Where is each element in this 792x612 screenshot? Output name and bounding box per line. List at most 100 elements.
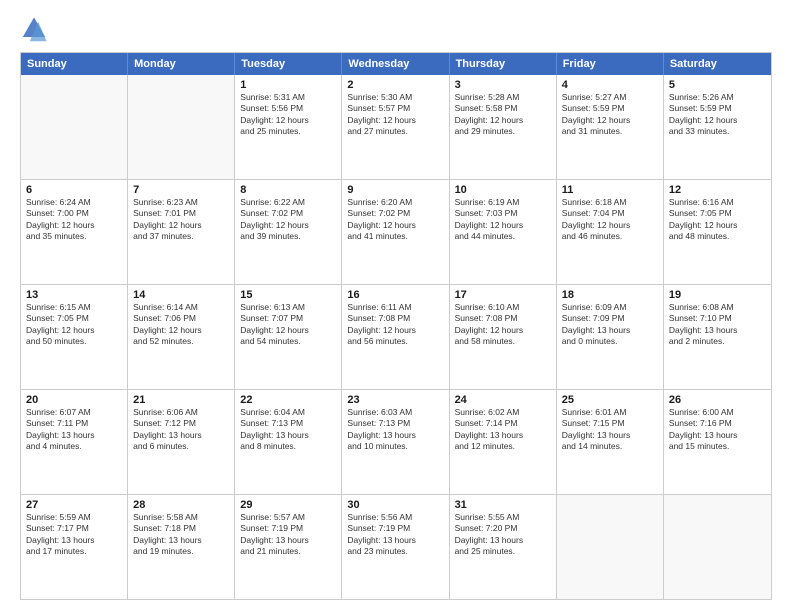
calendar-cell: 22Sunrise: 6:04 AM Sunset: 7:13 PM Dayli… <box>235 390 342 494</box>
cell-info: Sunrise: 5:57 AM Sunset: 7:19 PM Dayligh… <box>240 512 336 558</box>
cell-info: Sunrise: 6:13 AM Sunset: 7:07 PM Dayligh… <box>240 302 336 348</box>
calendar-cell: 1Sunrise: 5:31 AM Sunset: 5:56 PM Daylig… <box>235 75 342 179</box>
cell-date: 9 <box>347 184 443 196</box>
calendar-row-0: 1Sunrise: 5:31 AM Sunset: 5:56 PM Daylig… <box>21 75 771 179</box>
calendar-cell: 30Sunrise: 5:56 AM Sunset: 7:19 PM Dayli… <box>342 495 449 599</box>
cell-info: Sunrise: 6:14 AM Sunset: 7:06 PM Dayligh… <box>133 302 229 348</box>
cell-info: Sunrise: 6:09 AM Sunset: 7:09 PM Dayligh… <box>562 302 658 348</box>
cell-date: 17 <box>455 289 551 301</box>
cell-info: Sunrise: 6:08 AM Sunset: 7:10 PM Dayligh… <box>669 302 766 348</box>
day-header-tuesday: Tuesday <box>235 53 342 75</box>
calendar-cell: 31Sunrise: 5:55 AM Sunset: 7:20 PM Dayli… <box>450 495 557 599</box>
cell-info: Sunrise: 6:00 AM Sunset: 7:16 PM Dayligh… <box>669 407 766 453</box>
calendar-cell: 6Sunrise: 6:24 AM Sunset: 7:00 PM Daylig… <box>21 180 128 284</box>
calendar-cell: 28Sunrise: 5:58 AM Sunset: 7:18 PM Dayli… <box>128 495 235 599</box>
calendar-cell: 14Sunrise: 6:14 AM Sunset: 7:06 PM Dayli… <box>128 285 235 389</box>
cell-date: 3 <box>455 79 551 91</box>
cell-date: 30 <box>347 499 443 511</box>
cell-date: 27 <box>26 499 122 511</box>
cell-info: Sunrise: 5:28 AM Sunset: 5:58 PM Dayligh… <box>455 92 551 138</box>
calendar-body: 1Sunrise: 5:31 AM Sunset: 5:56 PM Daylig… <box>21 75 771 599</box>
cell-date: 21 <box>133 394 229 406</box>
calendar-cell: 9Sunrise: 6:20 AM Sunset: 7:02 PM Daylig… <box>342 180 449 284</box>
cell-info: Sunrise: 6:06 AM Sunset: 7:12 PM Dayligh… <box>133 407 229 453</box>
cell-info: Sunrise: 6:03 AM Sunset: 7:13 PM Dayligh… <box>347 407 443 453</box>
cell-date: 11 <box>562 184 658 196</box>
calendar-cell: 20Sunrise: 6:07 AM Sunset: 7:11 PM Dayli… <box>21 390 128 494</box>
calendar-cell: 4Sunrise: 5:27 AM Sunset: 5:59 PM Daylig… <box>557 75 664 179</box>
calendar-cell: 29Sunrise: 5:57 AM Sunset: 7:19 PM Dayli… <box>235 495 342 599</box>
calendar-cell <box>128 75 235 179</box>
cell-date: 31 <box>455 499 551 511</box>
cell-date: 28 <box>133 499 229 511</box>
calendar-cell: 13Sunrise: 6:15 AM Sunset: 7:05 PM Dayli… <box>21 285 128 389</box>
calendar-row-1: 6Sunrise: 6:24 AM Sunset: 7:00 PM Daylig… <box>21 179 771 284</box>
logo <box>20 16 52 44</box>
calendar-cell: 17Sunrise: 6:10 AM Sunset: 7:08 PM Dayli… <box>450 285 557 389</box>
calendar-cell: 25Sunrise: 6:01 AM Sunset: 7:15 PM Dayli… <box>557 390 664 494</box>
calendar-row-4: 27Sunrise: 5:59 AM Sunset: 7:17 PM Dayli… <box>21 494 771 599</box>
cell-info: Sunrise: 5:31 AM Sunset: 5:56 PM Dayligh… <box>240 92 336 138</box>
cell-info: Sunrise: 6:10 AM Sunset: 7:08 PM Dayligh… <box>455 302 551 348</box>
cell-date: 20 <box>26 394 122 406</box>
cell-info: Sunrise: 6:22 AM Sunset: 7:02 PM Dayligh… <box>240 197 336 243</box>
calendar-cell: 11Sunrise: 6:18 AM Sunset: 7:04 PM Dayli… <box>557 180 664 284</box>
calendar-cell: 27Sunrise: 5:59 AM Sunset: 7:17 PM Dayli… <box>21 495 128 599</box>
cell-date: 10 <box>455 184 551 196</box>
calendar-cell: 26Sunrise: 6:00 AM Sunset: 7:16 PM Dayli… <box>664 390 771 494</box>
cell-date: 13 <box>26 289 122 301</box>
cell-info: Sunrise: 6:24 AM Sunset: 7:00 PM Dayligh… <box>26 197 122 243</box>
cell-date: 12 <box>669 184 766 196</box>
cell-date: 24 <box>455 394 551 406</box>
cell-info: Sunrise: 5:59 AM Sunset: 7:17 PM Dayligh… <box>26 512 122 558</box>
calendar-cell: 24Sunrise: 6:02 AM Sunset: 7:14 PM Dayli… <box>450 390 557 494</box>
cell-info: Sunrise: 5:26 AM Sunset: 5:59 PM Dayligh… <box>669 92 766 138</box>
calendar-row-2: 13Sunrise: 6:15 AM Sunset: 7:05 PM Dayli… <box>21 284 771 389</box>
day-headers: SundayMondayTuesdayWednesdayThursdayFrid… <box>21 53 771 75</box>
cell-info: Sunrise: 6:18 AM Sunset: 7:04 PM Dayligh… <box>562 197 658 243</box>
cell-info: Sunrise: 6:02 AM Sunset: 7:14 PM Dayligh… <box>455 407 551 453</box>
cell-date: 5 <box>669 79 766 91</box>
calendar-cell: 12Sunrise: 6:16 AM Sunset: 7:05 PM Dayli… <box>664 180 771 284</box>
cell-info: Sunrise: 6:19 AM Sunset: 7:03 PM Dayligh… <box>455 197 551 243</box>
cell-info: Sunrise: 6:07 AM Sunset: 7:11 PM Dayligh… <box>26 407 122 453</box>
cell-date: 8 <box>240 184 336 196</box>
day-header-thursday: Thursday <box>450 53 557 75</box>
calendar: SundayMondayTuesdayWednesdayThursdayFrid… <box>20 52 772 600</box>
cell-info: Sunrise: 6:01 AM Sunset: 7:15 PM Dayligh… <box>562 407 658 453</box>
day-header-wednesday: Wednesday <box>342 53 449 75</box>
cell-info: Sunrise: 5:58 AM Sunset: 7:18 PM Dayligh… <box>133 512 229 558</box>
cell-date: 7 <box>133 184 229 196</box>
day-header-sunday: Sunday <box>21 53 128 75</box>
header-area <box>20 16 772 44</box>
cell-date: 2 <box>347 79 443 91</box>
cell-date: 14 <box>133 289 229 301</box>
calendar-cell: 7Sunrise: 6:23 AM Sunset: 7:01 PM Daylig… <box>128 180 235 284</box>
page: SundayMondayTuesdayWednesdayThursdayFrid… <box>0 0 792 612</box>
calendar-cell: 10Sunrise: 6:19 AM Sunset: 7:03 PM Dayli… <box>450 180 557 284</box>
calendar-row-3: 20Sunrise: 6:07 AM Sunset: 7:11 PM Dayli… <box>21 389 771 494</box>
cell-info: Sunrise: 5:56 AM Sunset: 7:19 PM Dayligh… <box>347 512 443 558</box>
cell-info: Sunrise: 6:15 AM Sunset: 7:05 PM Dayligh… <box>26 302 122 348</box>
calendar-cell <box>21 75 128 179</box>
cell-info: Sunrise: 5:27 AM Sunset: 5:59 PM Dayligh… <box>562 92 658 138</box>
cell-info: Sunrise: 5:55 AM Sunset: 7:20 PM Dayligh… <box>455 512 551 558</box>
cell-date: 22 <box>240 394 336 406</box>
cell-info: Sunrise: 6:11 AM Sunset: 7:08 PM Dayligh… <box>347 302 443 348</box>
day-header-monday: Monday <box>128 53 235 75</box>
calendar-cell: 23Sunrise: 6:03 AM Sunset: 7:13 PM Dayli… <box>342 390 449 494</box>
cell-date: 29 <box>240 499 336 511</box>
logo-icon <box>20 16 48 44</box>
calendar-cell: 2Sunrise: 5:30 AM Sunset: 5:57 PM Daylig… <box>342 75 449 179</box>
cell-date: 15 <box>240 289 336 301</box>
cell-date: 4 <box>562 79 658 91</box>
cell-date: 26 <box>669 394 766 406</box>
cell-info: Sunrise: 5:30 AM Sunset: 5:57 PM Dayligh… <box>347 92 443 138</box>
calendar-cell: 3Sunrise: 5:28 AM Sunset: 5:58 PM Daylig… <box>450 75 557 179</box>
calendar-cell <box>557 495 664 599</box>
calendar-cell: 5Sunrise: 5:26 AM Sunset: 5:59 PM Daylig… <box>664 75 771 179</box>
cell-date: 23 <box>347 394 443 406</box>
calendar-cell: 18Sunrise: 6:09 AM Sunset: 7:09 PM Dayli… <box>557 285 664 389</box>
cell-date: 19 <box>669 289 766 301</box>
cell-info: Sunrise: 6:04 AM Sunset: 7:13 PM Dayligh… <box>240 407 336 453</box>
